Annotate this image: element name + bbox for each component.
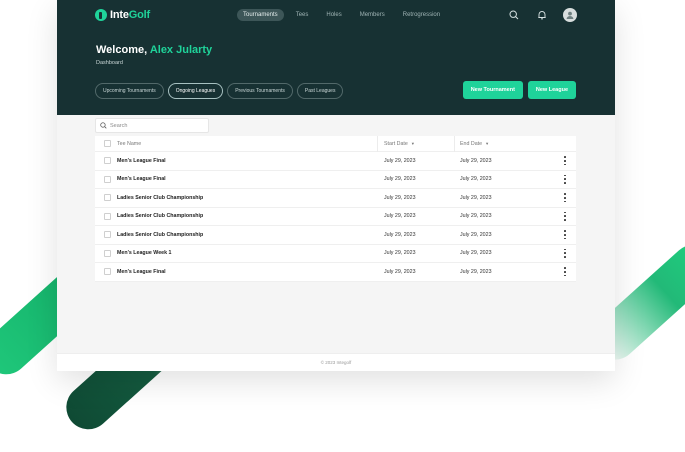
row-checkbox[interactable]: [104, 157, 111, 165]
nav-item-holes[interactable]: Holes: [320, 9, 347, 21]
row-start-date: July 29, 2023: [384, 157, 416, 164]
page-subtitle: Dashboard: [96, 60, 123, 66]
table-row[interactable]: Men's League Week 1 July 29, 2023 July 2…: [95, 245, 576, 263]
more-vertical-icon[interactable]: [562, 267, 568, 277]
row-start-date: July 29, 2023: [384, 231, 416, 238]
logo-text: InteGolf: [110, 9, 150, 21]
tab-ongoing-leagues[interactable]: Ongoing Leagues: [167, 83, 224, 99]
footer: © 2023 Integolf: [57, 353, 615, 371]
row-start-date: July 29, 2023: [384, 213, 416, 220]
table-row[interactable]: Ladies Senior Club Championship July 29,…: [95, 208, 576, 226]
row-end-date: July 29, 2023: [460, 157, 492, 164]
logo-prefix: Inte: [110, 9, 129, 21]
column-header-end[interactable]: End Date ▼: [460, 141, 489, 147]
footer-copyright: © 2023 Integolf: [320, 360, 352, 365]
more-vertical-icon[interactable]: [562, 156, 568, 166]
header-actions: New Tournament New League: [462, 81, 576, 99]
logo[interactable]: InteGolf: [95, 9, 150, 21]
nav-item-tees[interactable]: Tees: [290, 9, 315, 21]
more-vertical-icon[interactable]: [562, 211, 568, 221]
row-start-date: July 29, 2023: [384, 268, 416, 275]
row-checkbox[interactable]: [104, 268, 111, 276]
row-end-date: July 29, 2023: [460, 194, 492, 201]
column-header-start[interactable]: Start Date ▼: [384, 141, 415, 147]
row-end-date: July 29, 2023: [460, 268, 492, 275]
new-tournament-button[interactable]: New Tournament: [462, 81, 523, 99]
row-name: Ladies Senior Club Championship: [117, 194, 204, 201]
stage: InteGolf Tournaments Tees Holes Members …: [0, 0, 685, 452]
top-icons: [507, 8, 577, 22]
top-nav: Tournaments Tees Holes Members Retrogres…: [237, 9, 446, 21]
more-vertical-icon[interactable]: [562, 230, 568, 240]
welcome-heading: Welcome, Alex Jularty: [96, 44, 212, 56]
column-header-end-label: End Date: [460, 140, 483, 147]
row-end-date: July 29, 2023: [460, 250, 492, 257]
column-header-name[interactable]: Tee Name: [117, 141, 141, 147]
row-checkbox[interactable]: [104, 194, 111, 202]
select-all-checkbox[interactable]: [104, 140, 111, 147]
row-end-date: July 29, 2023: [460, 231, 492, 238]
row-name: Ladies Senior Club Championship: [117, 213, 204, 220]
nav-item-members[interactable]: Members: [354, 9, 391, 21]
header-hero: InteGolf Tournaments Tees Holes Members …: [57, 0, 615, 115]
row-name: Men's League Week 1: [117, 250, 172, 257]
row-start-date: July 29, 2023: [384, 194, 416, 201]
table-row[interactable]: Men's League Final July 29, 2023 July 29…: [95, 152, 576, 171]
column-divider: [377, 136, 378, 152]
tab-past-leagues[interactable]: Past Leagues: [296, 83, 344, 99]
table-row[interactable]: Ladies Senior Club Championship July 29,…: [95, 189, 576, 208]
table-row[interactable]: Men's League Final July 29, 2023 July 29…: [95, 263, 576, 282]
search-placeholder: Search: [110, 122, 128, 129]
table-row[interactable]: Men's League Final July 29, 2023 July 29…: [95, 171, 576, 189]
column-divider: [454, 136, 455, 152]
tab-upcoming-tournaments[interactable]: Upcoming Tournaments: [95, 83, 164, 99]
row-checkbox[interactable]: [104, 212, 111, 220]
sort-caret-icon: ▼: [410, 140, 415, 146]
user-name: Alex Jularty: [149, 44, 213, 56]
column-header-start-label: Start Date: [384, 140, 408, 147]
sort-caret-icon: ▼: [485, 140, 490, 146]
search-field-icon: [100, 122, 107, 129]
row-name: Men's League Final: [117, 268, 166, 275]
row-start-date: July 29, 2023: [384, 176, 416, 183]
row-checkbox[interactable]: [104, 249, 111, 257]
row-end-date: July 29, 2023: [460, 213, 492, 220]
row-start-date: July 29, 2023: [384, 250, 416, 257]
more-vertical-icon[interactable]: [562, 174, 568, 184]
welcome-prefix: Welcome,: [96, 44, 148, 56]
logo-suffix: Golf: [128, 9, 150, 21]
search-input[interactable]: Search: [95, 118, 209, 133]
table-row[interactable]: Ladies Senior Club Championship July 29,…: [95, 226, 576, 245]
row-checkbox[interactable]: [104, 175, 111, 183]
app-window: InteGolf Tournaments Tees Holes Members …: [57, 0, 615, 371]
nav-item-retrogression[interactable]: Retrogression: [397, 9, 446, 21]
new-league-button[interactable]: New League: [527, 81, 576, 99]
logo-mark-icon: [95, 9, 107, 21]
row-end-date: July 29, 2023: [460, 176, 492, 183]
row-name: Ladies Senior Club Championship: [117, 231, 204, 238]
row-name: Men's League Final: [117, 176, 166, 183]
search-icon[interactable]: [507, 8, 521, 22]
row-checkbox[interactable]: [104, 231, 111, 239]
tab-previous-tournaments[interactable]: Previous Tournaments: [227, 83, 293, 99]
table-header-row: Tee Name Start Date ▼ End Date ▼: [95, 136, 576, 152]
filter-tabs: Upcoming Tournaments Ongoing Leagues Pre…: [95, 83, 344, 99]
bell-icon[interactable]: [535, 8, 549, 22]
user-avatar-icon[interactable]: [563, 8, 577, 22]
more-vertical-icon[interactable]: [562, 248, 568, 258]
more-vertical-icon[interactable]: [562, 193, 568, 203]
nav-item-tournaments[interactable]: Tournaments: [237, 9, 284, 21]
row-name: Men's League Final: [117, 157, 166, 164]
leagues-table: Tee Name Start Date ▼ End Date ▼ Men's Lea…: [95, 136, 576, 282]
